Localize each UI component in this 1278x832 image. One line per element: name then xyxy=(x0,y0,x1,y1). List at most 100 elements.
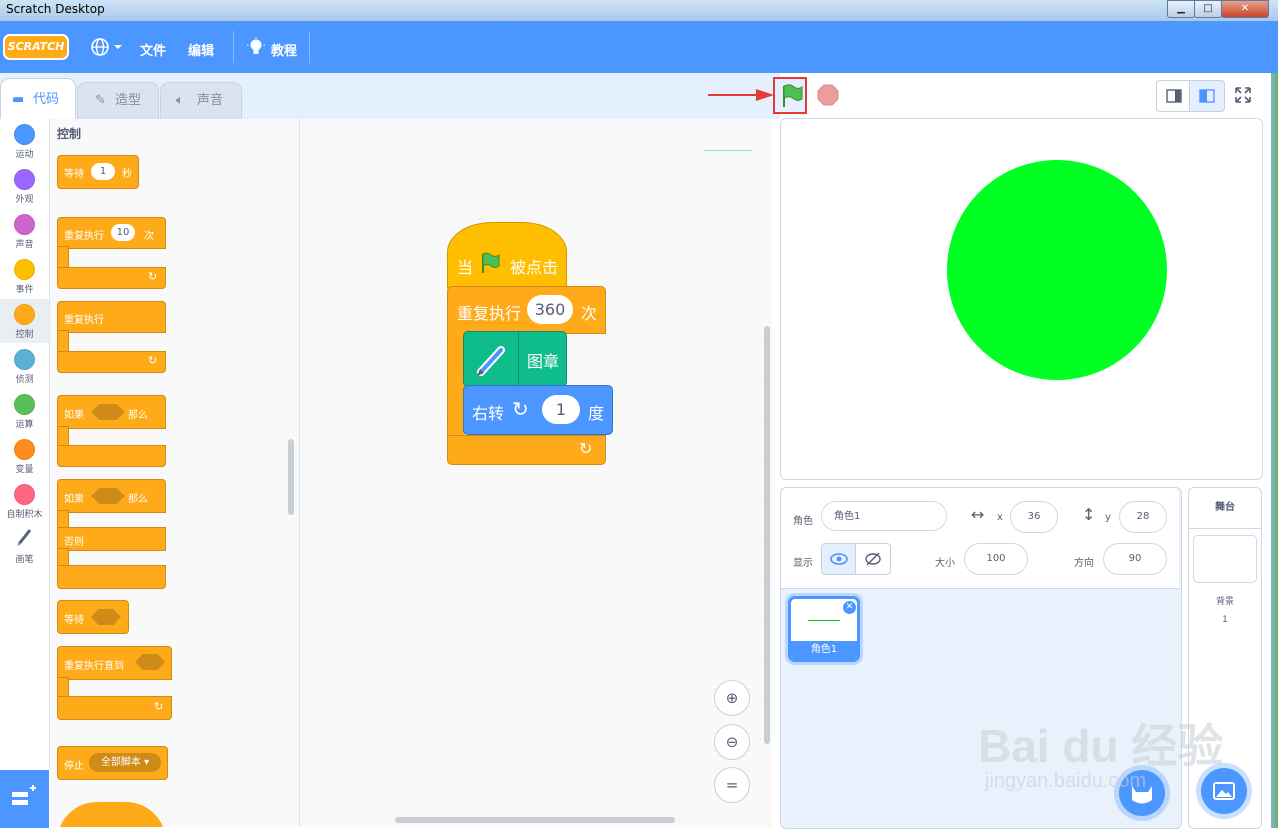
edit-menu[interactable]: 编辑 xyxy=(188,40,214,59)
category-label: 画笔 xyxy=(15,555,34,565)
extension-icon xyxy=(12,785,36,805)
repeat-until-block[interactable]: 重复执行直到 xyxy=(57,646,172,680)
tab-sounds[interactable]: 🔈︎ 声音 xyxy=(160,82,242,119)
language-menu[interactable] xyxy=(90,36,122,58)
menu-divider xyxy=(233,31,234,63)
category-pen[interactable]: 画笔 xyxy=(0,524,49,568)
show-visible-button[interactable] xyxy=(821,543,857,575)
if-then-block[interactable]: 如果 那么 xyxy=(57,395,166,429)
green-flag-button[interactable] xyxy=(773,77,807,114)
motion-dot xyxy=(14,124,35,145)
stop-dropdown[interactable]: 全部脚本 ▾ xyxy=(89,753,161,772)
category-events[interactable]: 事件 xyxy=(0,254,49,298)
block-label: 等待 xyxy=(64,169,84,180)
wait-until-block[interactable]: 等待 xyxy=(57,600,129,634)
backdrops-label: 背景 xyxy=(1215,597,1234,607)
category-my-blocks[interactable]: 自制积木 xyxy=(0,479,49,523)
variables-dot xyxy=(14,439,35,460)
stop-button[interactable] xyxy=(817,84,839,106)
turn-degrees-input[interactable]: 1 xyxy=(542,395,580,424)
direction-input[interactable]: 90 xyxy=(1103,543,1167,575)
sprite-info-panel: 角色 角色1 ↔ x 36 ↕ y 28 显示 大小 100 方向 90 xyxy=(781,488,1179,589)
palette-heading: 控制 xyxy=(57,127,82,141)
wait-block[interactable]: 等待 1 秒 xyxy=(57,155,139,189)
script-workspace[interactable]: 当 被点击 重复执行 360 次 ↻ 图章 右转 ↻ 1 度 ⊕ ⊖ = xyxy=(300,119,772,827)
block-label: 图章 xyxy=(527,352,560,371)
tab-code[interactable]: ▬ 代码 xyxy=(0,78,76,120)
block-unit: 度 xyxy=(588,404,605,423)
stamp-block[interactable]: 图章 xyxy=(463,331,567,387)
backdrop-thumbnail xyxy=(1193,535,1257,583)
brush-icon: ✎ xyxy=(95,93,106,108)
turn-right-block[interactable]: 右转 ↻ 1 度 xyxy=(463,385,613,435)
category-variables[interactable]: 变量 xyxy=(0,434,49,478)
category-control[interactable]: 控制 xyxy=(0,299,49,343)
forever-block[interactable]: 重复执行 xyxy=(57,301,166,333)
looks-dot xyxy=(14,169,35,190)
condition-slot[interactable] xyxy=(91,404,125,420)
block-label: 重复执行 xyxy=(64,231,104,242)
workspace-horizontal-scrollbar[interactable] xyxy=(395,817,675,823)
when-flag-clicked-block[interactable]: 当 被点击 xyxy=(447,222,567,292)
stage-drawing xyxy=(947,160,1167,380)
large-stage-button[interactable] xyxy=(1189,80,1225,112)
category-looks[interactable]: 外观 xyxy=(0,164,49,208)
category-label: 运算 xyxy=(15,420,34,430)
maximize-button[interactable]: □ xyxy=(1194,0,1222,18)
wait-input[interactable]: 1 xyxy=(91,163,115,180)
if-else-block[interactable]: 如果 那么 xyxy=(57,479,166,513)
x-input[interactable]: 36 xyxy=(1010,501,1058,533)
speaker-icon: 🔈︎ xyxy=(176,93,184,108)
x-value: 36 xyxy=(1027,511,1041,522)
repeat-input[interactable]: 10 xyxy=(111,224,135,241)
zoom-reset-icon: = xyxy=(725,776,739,794)
size-label: 大小 xyxy=(935,558,955,569)
if-then-bottom xyxy=(57,445,166,467)
scratch-logo[interactable]: SCRATCH xyxy=(3,34,69,60)
file-menu[interactable]: 文件 xyxy=(140,40,166,59)
category-sensing[interactable]: 侦测 xyxy=(0,344,49,388)
stage-canvas[interactable] xyxy=(780,118,1263,480)
category-operators[interactable]: 运算 xyxy=(0,389,49,433)
small-stage-button[interactable] xyxy=(1156,80,1192,112)
repeat-block[interactable]: 重复执行 10 次 xyxy=(57,217,166,249)
sprite-thumbnail xyxy=(808,620,840,621)
show-hidden-button[interactable] xyxy=(855,543,891,575)
condition-slot[interactable] xyxy=(91,488,125,504)
close-button[interactable]: ✕ xyxy=(1221,0,1269,18)
desktop-edge xyxy=(1271,73,1278,828)
tab-costumes[interactable]: ✎ 造型 xyxy=(77,82,159,119)
category-label: 声音 xyxy=(15,240,34,250)
workspace-vertical-scrollbar[interactable] xyxy=(764,326,770,744)
stop-block[interactable]: 停止 全部脚本 ▾ xyxy=(57,746,168,780)
add-extension-button[interactable] xyxy=(0,770,49,828)
sprite-name-input[interactable]: 角色1 xyxy=(821,501,947,531)
hat-block-preview[interactable] xyxy=(57,802,166,827)
window-title-bar: Scratch Desktop ▁ □ ✕ xyxy=(0,0,1278,21)
direction-value: 90 xyxy=(1128,553,1142,564)
repeat-until-bottom: ↻ xyxy=(57,696,172,720)
condition-slot[interactable] xyxy=(91,609,121,625)
tutorials-menu[interactable]: 教程 xyxy=(271,40,297,59)
repeat-360-block[interactable]: 重复执行 360 次 xyxy=(447,286,606,334)
zoom-out-button[interactable]: ⊖ xyxy=(714,724,750,760)
category-label: 变量 xyxy=(15,465,34,475)
repeat-count-input[interactable]: 360 xyxy=(527,295,573,324)
category-menu: 运动 外观 声音 事件 控制 侦测 运算 变量 自制积木 画笔 xyxy=(0,119,50,769)
category-sound[interactable]: 声音 xyxy=(0,209,49,253)
palette-scrollbar[interactable] xyxy=(288,439,294,515)
zoom-reset-button[interactable]: = xyxy=(714,767,750,803)
category-motion[interactable]: 运动 xyxy=(0,119,49,163)
y-input[interactable]: 28 xyxy=(1119,501,1167,533)
block-label: 那么 xyxy=(128,494,148,505)
block-unit: 次 xyxy=(144,231,154,242)
zoom-in-button[interactable]: ⊕ xyxy=(714,680,750,716)
delete-sprite-button[interactable]: ✕ xyxy=(842,600,857,615)
menu-divider xyxy=(309,31,310,63)
sprite-name-label: 角色 xyxy=(793,516,813,527)
fullscreen-icon[interactable] xyxy=(1230,82,1256,108)
block-label: 重复执行直到 xyxy=(64,661,124,672)
size-input[interactable]: 100 xyxy=(964,543,1028,575)
condition-slot[interactable] xyxy=(135,654,165,670)
minimize-button[interactable]: ▁ xyxy=(1167,0,1195,18)
